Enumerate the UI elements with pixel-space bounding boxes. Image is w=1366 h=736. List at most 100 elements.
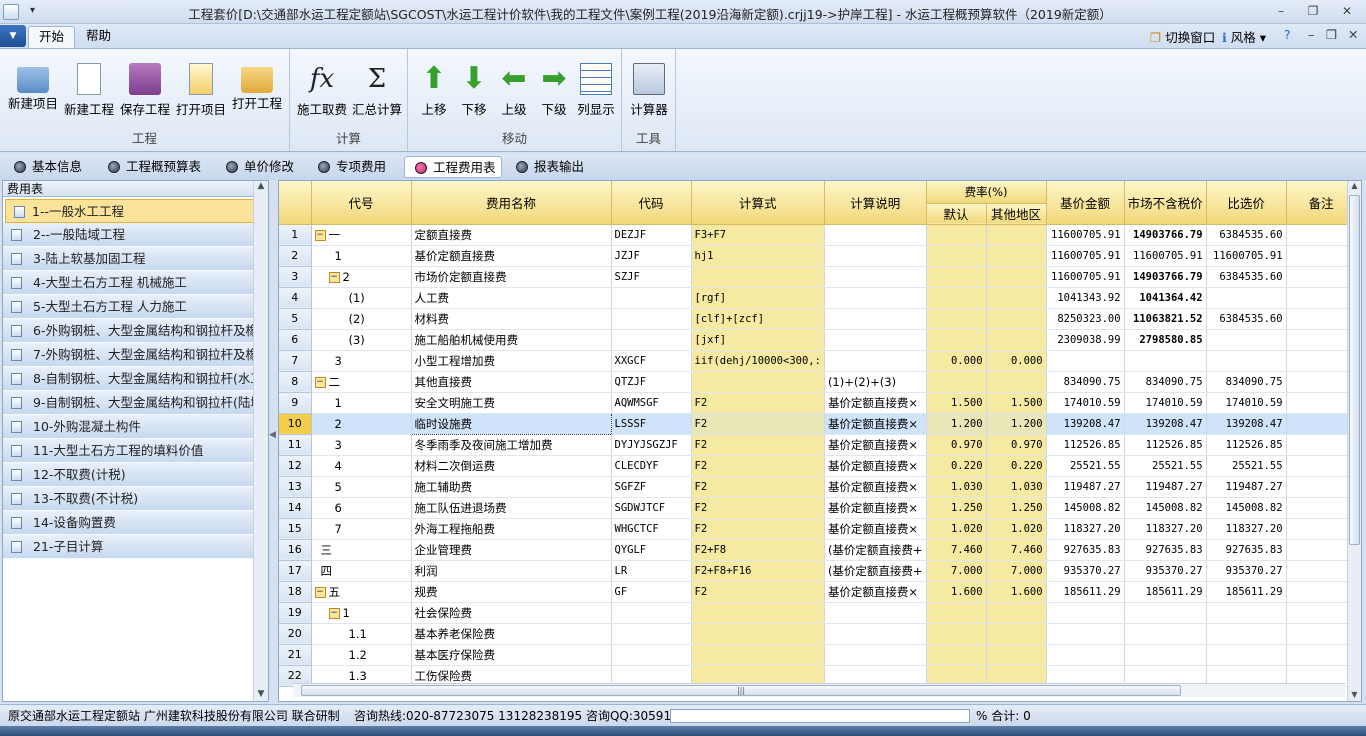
style-menu[interactable]: ℹ 风格 ▾	[1222, 27, 1266, 46]
cell-no[interactable]: 1	[311, 245, 412, 267]
cell-name[interactable]: 安全文明施工费	[411, 392, 612, 414]
cell-remark[interactable]	[1286, 287, 1357, 309]
hscroll-thumb[interactable]: |||	[301, 685, 1181, 696]
grid-vertical-scrollbar[interactable]: ▲ ▼	[1347, 181, 1361, 701]
cell-base[interactable]: 2309038.99	[1046, 329, 1125, 351]
cell-name[interactable]: 施工船舶机械使用费	[411, 329, 612, 351]
cell-market[interactable]: 11600705.91	[1124, 245, 1207, 267]
cell-rate-other[interactable]: 1.250	[986, 497, 1047, 519]
move-down-button[interactable]: ⬇ 下移	[454, 63, 494, 123]
row-number[interactable]: 6	[279, 329, 312, 351]
cell-no[interactable]: 三	[311, 539, 412, 561]
cell-rate-default[interactable]	[926, 245, 987, 267]
cell-formula[interactable]	[691, 266, 825, 288]
cell-market[interactable]	[1124, 644, 1207, 666]
cell-market[interactable]: 185611.29	[1124, 581, 1207, 603]
cell-market[interactable]: 119487.27	[1124, 476, 1207, 498]
row-number[interactable]: 3	[279, 266, 312, 288]
fee-table-item[interactable]: 8-自制钢桩、大型金属结构和钢拉杆(水工)	[3, 367, 253, 391]
app-menu-button[interactable]: ▼	[0, 25, 26, 47]
cell-base[interactable]: 185611.29	[1046, 581, 1125, 603]
cell-code[interactable]	[611, 287, 692, 309]
cell-name[interactable]: 基本养老保险费	[411, 623, 612, 645]
cell-desc[interactable]: 基价定额直接费×	[824, 476, 927, 498]
cell-name[interactable]: 市场价定额直接费	[411, 266, 612, 288]
tab-project-fees[interactable]: 工程费用表	[404, 156, 502, 178]
cell-compare[interactable]: 927635.83	[1206, 539, 1287, 561]
fee-table-item[interactable]: 21-子目计算	[3, 535, 253, 559]
col-header-formula[interactable]: 计算式	[691, 181, 825, 225]
tab-basic-info[interactable]: 基本信息	[4, 156, 82, 178]
cell-rate-other[interactable]	[986, 644, 1047, 666]
cell-remark[interactable]	[1286, 392, 1357, 414]
row-number[interactable]: 7	[279, 350, 312, 372]
cell-desc[interactable]: 基价定额直接费×	[824, 392, 927, 414]
cell-name[interactable]: 基本医疗保险费	[411, 644, 612, 666]
col-header-rate-default[interactable]: 默认	[926, 203, 987, 225]
cell-desc[interactable]	[824, 623, 927, 645]
cell-formula[interactable]: [clf]+[zcf]	[691, 308, 825, 330]
row-number[interactable]: 2	[279, 245, 312, 267]
cell-desc[interactable]: 基价定额直接费×	[824, 497, 927, 519]
cell-rate-other[interactable]	[986, 287, 1047, 309]
table-row[interactable]: 3−2 市场价定额直接费 SZJF 11600705.91 14903766.79 638…	[279, 266, 1357, 288]
cell-rate-default[interactable]: 1.250	[926, 497, 987, 519]
cell-no[interactable]: − 二	[311, 371, 412, 393]
cell-code[interactable]	[611, 644, 692, 666]
cell-rate-default[interactable]	[926, 308, 987, 330]
row-number[interactable]: 17	[279, 560, 312, 582]
col-header-rate-other[interactable]: 其他地区	[986, 203, 1047, 225]
cell-desc[interactable]	[824, 287, 927, 309]
cell-code[interactable]: CLECDYF	[611, 455, 692, 477]
sum-calc-button[interactable]: Σ 汇总计算	[350, 63, 404, 123]
cell-base[interactable]: 834090.75	[1046, 371, 1125, 393]
cell-name[interactable]: 材料二次倒运费	[411, 455, 612, 477]
scroll-thumb[interactable]	[1349, 195, 1360, 545]
cell-rate-other[interactable]: 7.000	[986, 560, 1047, 582]
row-number[interactable]: 20	[279, 623, 312, 645]
cell-compare[interactable]: 118327.20	[1206, 518, 1287, 540]
cell-formula[interactable]: F2	[691, 518, 825, 540]
cell-market[interactable]: 927635.83	[1124, 539, 1207, 561]
cell-code[interactable]: GF	[611, 581, 692, 603]
cell-rate-default[interactable]: 0.000	[926, 350, 987, 372]
row-number[interactable]: 5	[279, 308, 312, 330]
cell-remark[interactable]	[1286, 602, 1357, 624]
row-number[interactable]: 18	[279, 581, 312, 603]
fee-table-item[interactable]: 7-外购钢桩、大型金属结构和钢拉杆及橡胶护舷	[3, 343, 253, 367]
table-row[interactable]: 12 4 材料二次倒运费 CLECDYF F2 基价定额直接费× 0.220 0.220 255…	[279, 455, 1357, 477]
cell-code[interactable]	[611, 308, 692, 330]
cell-rate-other[interactable]	[986, 371, 1047, 393]
cell-no[interactable]: 1	[311, 392, 412, 414]
tab-budget-table[interactable]: 工程概预算表	[98, 156, 201, 178]
cell-name[interactable]: 临时设施费	[410, 412, 612, 435]
cell-rate-other[interactable]: 0.220	[986, 455, 1047, 477]
row-number[interactable]: 8	[279, 371, 312, 393]
cell-desc[interactable]	[824, 245, 927, 267]
cell-desc[interactable]	[824, 602, 927, 624]
ribbon-close-icon[interactable]: ✕	[1348, 27, 1358, 42]
cell-market[interactable]: 834090.75	[1124, 371, 1207, 393]
row-number[interactable]: 9	[279, 392, 312, 414]
row-number[interactable]: 11	[279, 434, 312, 456]
table-row[interactable]: 2 1 基价定额直接费 JZJF hj1 11600705.91 11600705.91 11…	[279, 245, 1357, 267]
cell-remark[interactable]	[1286, 329, 1357, 351]
cell-rate-other[interactable]	[986, 245, 1047, 267]
row-number[interactable]: 14	[279, 497, 312, 519]
tab-help[interactable]: 帮助	[76, 26, 121, 48]
cell-compare[interactable]: 119487.27	[1206, 476, 1287, 498]
cell-no[interactable]: 6	[311, 497, 412, 519]
col-header-market[interactable]: 市场不含税价	[1124, 181, 1207, 225]
cell-rate-default[interactable]	[926, 623, 987, 645]
cell-formula[interactable]	[691, 623, 825, 645]
cell-remark[interactable]	[1286, 224, 1357, 246]
cell-code[interactable]: QTZJF	[611, 371, 692, 393]
collapse-toggle-icon[interactable]: −	[328, 607, 340, 619]
cell-base[interactable]: 927635.83	[1046, 539, 1125, 561]
cell-rate-default[interactable]: 1.500	[926, 392, 987, 414]
table-row[interactable]: 15 7 外海工程拖船费 WHGCTCF F2 基价定额直接费× 1.020 1.020 118…	[279, 518, 1357, 540]
row-number[interactable]: 21	[279, 644, 312, 666]
cell-rate-default[interactable]: 1.200	[926, 413, 987, 435]
cell-formula[interactable]: F2+F8+F16	[691, 560, 825, 582]
cell-formula[interactable]: F2	[691, 581, 825, 603]
